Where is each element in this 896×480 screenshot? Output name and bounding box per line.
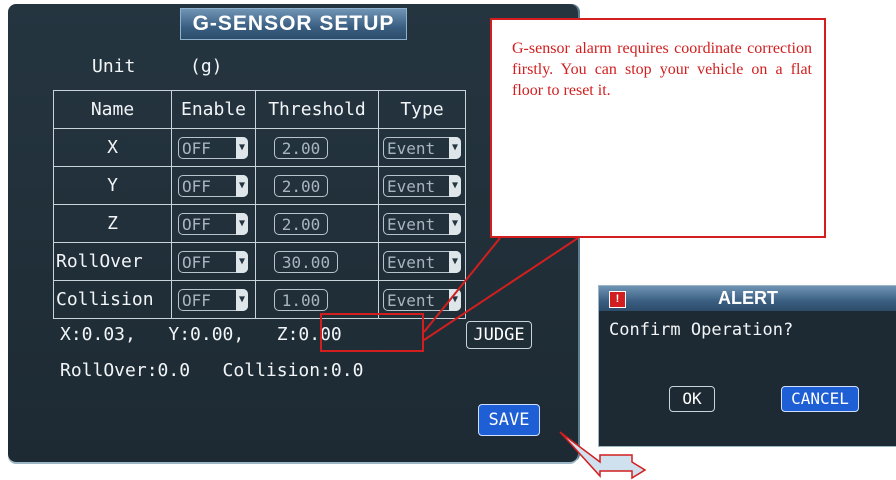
warning-icon: !	[609, 291, 626, 308]
callout-connector-line	[423, 237, 579, 341]
alert-title-bar: ! ALERT	[599, 286, 896, 311]
ok-button[interactable]: OK	[669, 386, 715, 412]
alert-dialog: ! ALERT Confirm Operation? OK CANCEL	[598, 285, 896, 447]
callout-connector-line	[423, 237, 501, 333]
cancel-button[interactable]: CANCEL	[781, 386, 859, 412]
alert-title: ALERT	[718, 288, 778, 308]
alert-message: Confirm Operation?	[609, 320, 794, 340]
